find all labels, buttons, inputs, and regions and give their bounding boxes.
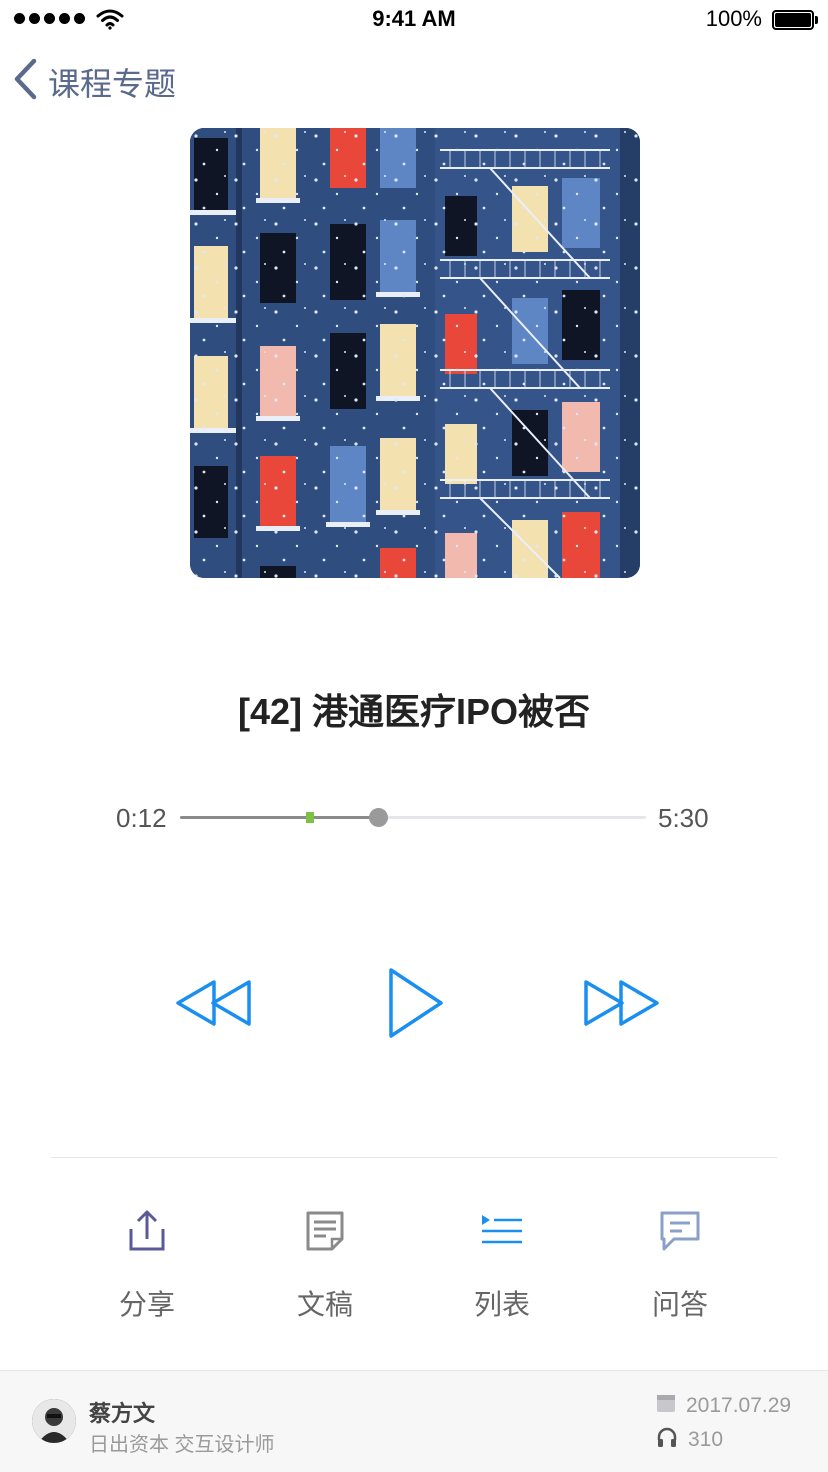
back-label: 课程专题 [48, 65, 177, 102]
transcript-label: 文稿 [296, 1289, 353, 1320]
playlist-button[interactable]: 列表 [442, 1205, 562, 1323]
buffer-marker [306, 812, 315, 823]
author-name: 蔡方文 [89, 1401, 156, 1426]
qa-button[interactable]: 问答 [620, 1205, 740, 1323]
fast-forward-button[interactable] [581, 978, 661, 1033]
qa-label: 问答 [651, 1289, 708, 1320]
document-icon [265, 1205, 385, 1257]
divider [51, 1157, 777, 1158]
transcript-button[interactable]: 文稿 [265, 1205, 385, 1323]
progress-played [180, 816, 379, 819]
fast-forward-icon [581, 980, 661, 1032]
headphones-icon [656, 1426, 678, 1454]
progress-thumb[interactable] [369, 808, 389, 827]
avatar[interactable] [32, 1399, 76, 1443]
share-button[interactable]: 分享 [87, 1205, 207, 1323]
calendar-icon [656, 1393, 676, 1419]
status-bar: 9:41 AM 100% [0, 0, 828, 40]
status-time: 9:41 AM [372, 6, 456, 31]
chevron-left-icon [12, 58, 38, 105]
battery-percentage: 100% [705, 6, 762, 31]
play-icon [386, 968, 446, 1044]
rewind-icon [174, 980, 254, 1032]
share-icon [87, 1205, 207, 1257]
total-time: 5:30 [658, 803, 709, 833]
share-label: 分享 [118, 1289, 175, 1320]
author-description: 日出资本 交互设计师 [89, 1434, 275, 1456]
qa-icon [620, 1205, 740, 1257]
publish-date: 2017.07.29 [686, 1394, 792, 1417]
back-button[interactable]: 课程专题 [12, 58, 176, 105]
elapsed-time: 0:12 [116, 803, 167, 833]
battery-icon [772, 10, 818, 30]
publish-date-row: 2017.07.29 [656, 1393, 791, 1419]
album-cover [190, 128, 640, 578]
rewind-button[interactable] [174, 978, 254, 1033]
play-button[interactable] [386, 966, 446, 1045]
listen-count-row: 310 [656, 1426, 723, 1454]
track-title: [42] 港通医疗IPO被否 [237, 691, 591, 732]
playlist-icon [442, 1205, 562, 1257]
progress-slider[interactable] [180, 808, 646, 827]
author-bar: 蔡方文 日出资本 交互设计师 2017.07.29 310 [0, 1370, 828, 1472]
listen-count: 310 [688, 1428, 724, 1451]
playlist-label: 列表 [473, 1289, 530, 1320]
